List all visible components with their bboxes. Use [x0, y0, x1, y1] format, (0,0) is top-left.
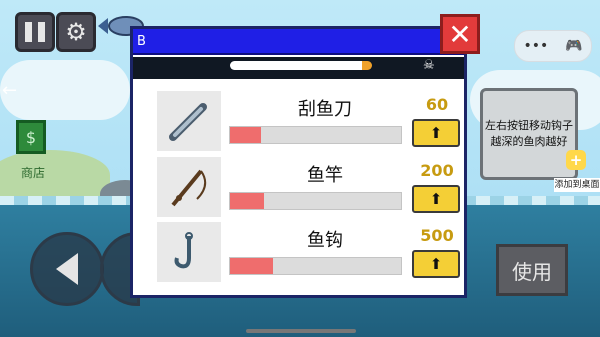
- miniprogram-capsule[interactable]: ••• 🎮: [514, 30, 592, 62]
- up-arrow-icon: ⬆: [429, 190, 443, 208]
- left-arrow-icon: [56, 253, 78, 285]
- move-left-button[interactable]: [30, 232, 104, 306]
- skull-icon: ☠: [423, 58, 435, 73]
- fishing-rod-icon: [157, 157, 221, 217]
- level-bar: [229, 257, 402, 275]
- use-button-label: 使用: [512, 259, 552, 284]
- settings-button[interactable]: ⚙: [56, 12, 96, 52]
- shop-icon[interactable]: $: [16, 120, 46, 154]
- scraper-knife-icon: [157, 91, 221, 151]
- pause-icon: [22, 22, 48, 42]
- cloud: [0, 60, 130, 120]
- depth-progress-marker: [362, 61, 372, 70]
- hint-box: 左右按钮移动钩子 越深的鱼肉越好: [480, 88, 578, 180]
- level-bar-fill: [230, 258, 273, 274]
- pause-button[interactable]: [15, 12, 55, 52]
- hint-text: 左右按钮移动钩子 越深的鱼肉越好: [485, 119, 573, 148]
- price-label: 200: [420, 161, 454, 180]
- upgrade-button[interactable]: ⬆: [412, 119, 460, 147]
- upgrade-button[interactable]: ⬆: [412, 185, 460, 213]
- more-menu-icon[interactable]: •••: [523, 38, 548, 54]
- price-label: 60: [425, 95, 449, 114]
- level-bar-fill: [230, 127, 261, 143]
- level-bar: [229, 126, 402, 144]
- panel-titlebar: B: [133, 29, 464, 55]
- item-name: 刮鱼刀: [298, 99, 352, 120]
- level-bar: [229, 192, 402, 210]
- item-name: 鱼钩: [307, 230, 343, 251]
- add-to-desktop-icon[interactable]: +: [566, 150, 586, 170]
- up-arrow-icon: ⬆: [429, 255, 443, 273]
- add-to-desktop-label[interactable]: 添加到桌面: [554, 178, 600, 192]
- upgrade-row: 鱼竿 200 ⬆: [157, 157, 462, 219]
- gamepad-icon[interactable]: 🎮: [565, 38, 582, 54]
- level-bar-fill: [230, 193, 265, 209]
- upgrade-panel: B ☠ 刮鱼刀 60 ⬆ 鱼竿 200 ⬆ 鱼钩 500 ⬆: [130, 26, 467, 298]
- price-label: 500: [420, 226, 454, 245]
- close-x-icon: ✕: [448, 17, 472, 51]
- upgrade-row: 鱼钩 500 ⬆: [157, 222, 462, 284]
- depth-progress-bar: [230, 61, 370, 70]
- panel-title: B: [137, 34, 146, 49]
- home-indicator: [246, 329, 356, 333]
- close-button[interactable]: ✕: [440, 14, 480, 54]
- back-arrow-icon[interactable]: ←: [2, 80, 17, 101]
- use-button[interactable]: 使用: [496, 244, 568, 296]
- upgrade-row: 刮鱼刀 60 ⬆: [157, 91, 462, 153]
- fish-hook-icon: [157, 222, 221, 282]
- upgrade-button[interactable]: ⬆: [412, 250, 460, 278]
- shop-label: 商店: [20, 166, 45, 180]
- gear-icon: ⚙: [65, 18, 87, 46]
- item-name: 鱼竿: [307, 165, 343, 186]
- up-arrow-icon: ⬆: [429, 124, 443, 142]
